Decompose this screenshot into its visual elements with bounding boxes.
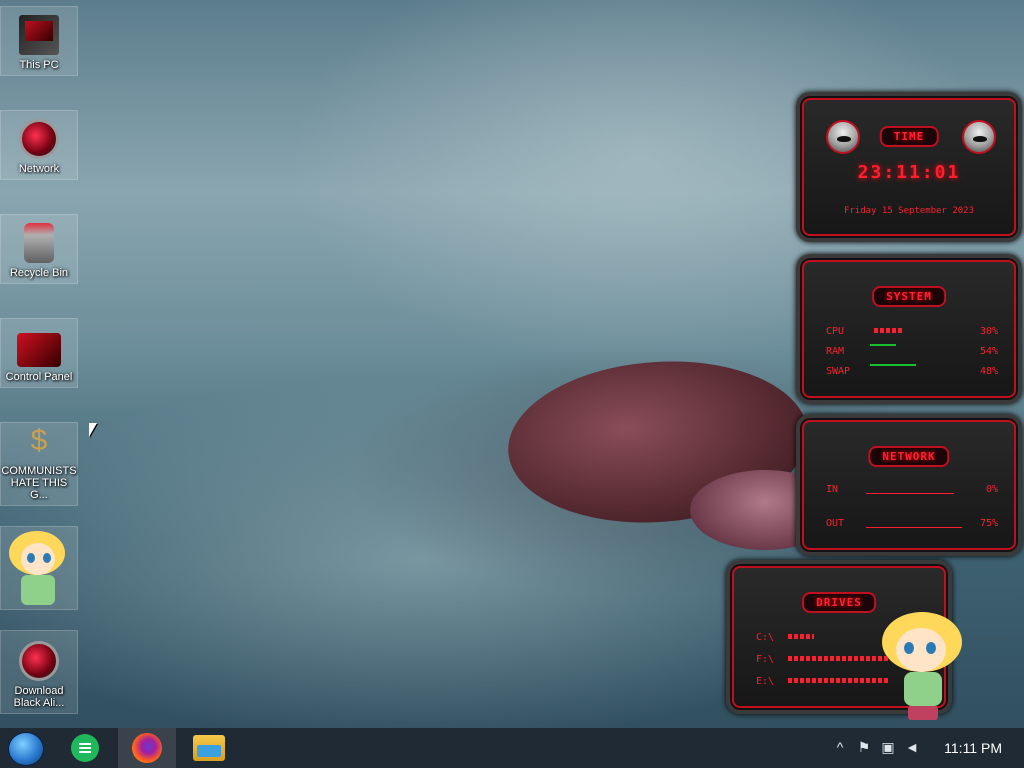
drive-c-bar	[788, 634, 814, 639]
start-button[interactable]	[8, 732, 44, 766]
net-in-label: IN	[826, 484, 839, 495]
cartoon-girl-sticker	[876, 606, 968, 724]
clock-date: Friday 15 September 2023	[843, 206, 975, 216]
desktop-icon-label: Download Black Ali...	[13, 685, 65, 709]
swap-label: SWAP	[826, 366, 851, 377]
net-in-value: 0%	[985, 484, 998, 495]
ram-label: RAM	[826, 346, 845, 357]
taskbar-notes-app[interactable]	[56, 728, 114, 768]
desktop-icon-this-pc[interactable]: This PC	[0, 6, 78, 76]
network-widget: NETWORK IN 0% OUT 75%	[796, 414, 1022, 556]
drive-e-bar	[788, 678, 888, 683]
taskbar-file-explorer[interactable]	[180, 728, 238, 768]
folder-icon	[193, 735, 225, 761]
drive-f-label: F:\	[756, 654, 775, 665]
ram-value: 54%	[979, 346, 998, 357]
chevron-up-icon[interactable]: ^	[832, 738, 848, 756]
computer-icon	[19, 15, 59, 55]
swap-value: 48%	[979, 366, 998, 377]
cpu-value: 30%	[979, 326, 998, 337]
desktop-icon-label: Control Panel	[5, 371, 73, 383]
mouse-cursor-icon	[89, 423, 97, 437]
clock-time: 23:11:01	[857, 162, 961, 183]
system-widget: SYSTEM CPU 30% RAM 54% SWAP 48%	[796, 254, 1022, 404]
recycle-bin-icon	[24, 223, 54, 263]
swap-bar	[870, 364, 916, 366]
taskbar-clock[interactable]: 11:11 PM	[944, 740, 1002, 756]
desktop-icon-control-panel[interactable]: Control Panel	[0, 318, 78, 388]
desktop-icon-label: Recycle Bin	[9, 267, 69, 279]
ram-bar	[870, 344, 896, 346]
net-in-graph	[866, 480, 954, 494]
time-widget-title: TIME	[879, 126, 939, 147]
taskbar: ^ ⚑ ▣ ◄ 11:11 PM	[0, 728, 1024, 768]
volume-icon[interactable]: ◄	[904, 738, 920, 756]
network-warning-icon[interactable]: ▣	[880, 738, 896, 756]
network-widget-title: NETWORK	[868, 446, 950, 467]
net-out-graph	[866, 514, 962, 528]
desktop-icon-shortcut-money[interactable]: $ COMMUNISTS HATE THIS G...	[0, 422, 78, 506]
control-panel-icon	[17, 333, 61, 367]
money-bag-icon: $	[30, 424, 48, 457]
desktop-icon-label: COMMUNISTS HATE THIS G...	[1, 465, 77, 501]
desktop-icon-character[interactable]	[0, 526, 78, 610]
net-out-value: 75%	[979, 518, 998, 529]
cartoon-girl-icon	[7, 527, 71, 605]
time-widget: TIME 23:11:01 Friday 15 September 2023	[796, 92, 1022, 242]
alien-download-icon	[19, 641, 59, 681]
taskbar-firefox[interactable]	[118, 728, 176, 768]
network-icon	[19, 119, 59, 159]
net-out-label: OUT	[826, 518, 845, 529]
drive-c-label: C:\	[756, 632, 775, 643]
desktop-icon-label: This PC	[19, 59, 59, 71]
notes-app-icon	[71, 734, 99, 762]
drive-e-label: E:\	[756, 676, 775, 687]
desktop-icon-download[interactable]: Download Black Ali...	[0, 630, 78, 714]
firefox-icon	[132, 733, 162, 763]
desktop-icon-network[interactable]: Network	[0, 110, 78, 180]
cpu-label: CPU	[826, 326, 845, 337]
desktop-icon-recycle-bin[interactable]: Recycle Bin	[0, 214, 78, 284]
cpu-bar	[874, 328, 904, 333]
system-widget-title: SYSTEM	[872, 286, 946, 307]
drive-f-bar	[788, 656, 888, 661]
flag-icon[interactable]: ⚑	[856, 738, 872, 756]
alien-head-icon	[826, 120, 860, 154]
drives-widget-title: DRIVES	[802, 592, 876, 613]
desktop-icon-label: Network	[18, 163, 60, 175]
alien-head-icon	[962, 120, 996, 154]
